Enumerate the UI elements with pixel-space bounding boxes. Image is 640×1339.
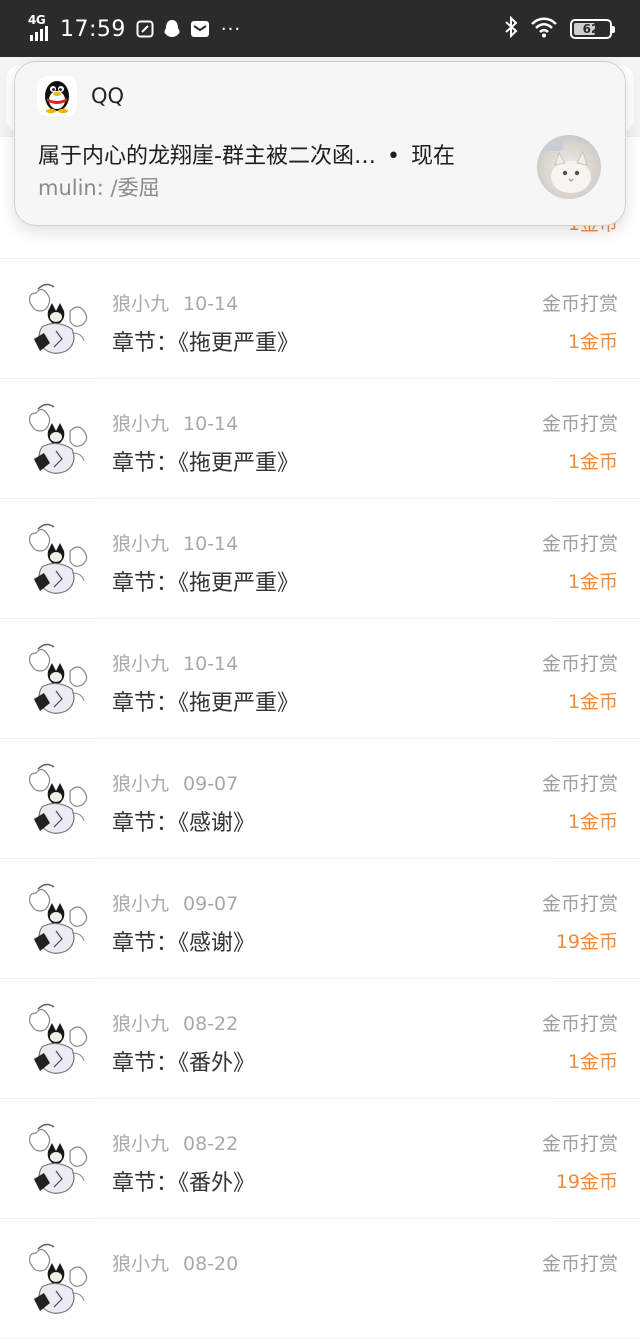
screenshot-icon bbox=[136, 20, 154, 38]
reward-amount: 1金币 bbox=[567, 1051, 618, 1073]
reward-date: 08-22 bbox=[183, 1013, 239, 1035]
reward-date: 10-14 bbox=[183, 413, 239, 435]
reward-chapter: 章节：《感谢》 bbox=[112, 811, 256, 836]
reward-chapter: 章节：《拖更严重》 bbox=[112, 451, 300, 476]
reward-meta: 狼小九 10-14 bbox=[112, 529, 238, 556]
battery-icon: 62 bbox=[570, 19, 615, 39]
reward-user-name[interactable]: 狼小九 bbox=[112, 1013, 169, 1035]
reward-row[interactable]: 狼小九 08-22 章节：《番外》 金币打赏 1金币 bbox=[0, 979, 640, 1099]
network-type: 4G bbox=[28, 13, 46, 27]
reward-row[interactable]: 狼小九 10-14 章节：《拖更严重》 金币打赏 1金币 bbox=[0, 379, 640, 499]
qq-notification-icon bbox=[163, 19, 181, 39]
reward-meta: 狼小九 10-14 bbox=[112, 409, 238, 436]
reward-meta: 狼小九 08-22 bbox=[112, 1009, 238, 1036]
user-avatar[interactable] bbox=[22, 281, 94, 361]
reward-amount: 1金币 bbox=[567, 331, 618, 353]
reward-type: 金币打赏 bbox=[541, 1013, 618, 1035]
notification-app-name: QQ bbox=[91, 84, 125, 108]
user-avatar[interactable] bbox=[22, 521, 94, 601]
user-avatar[interactable] bbox=[22, 1241, 94, 1321]
user-avatar[interactable] bbox=[22, 1121, 94, 1201]
reward-type: 金币打赏 bbox=[541, 653, 618, 675]
reward-row[interactable]: 狼小九 08-22 章节：《番外》 金币打赏 19金币 bbox=[0, 1099, 640, 1219]
reward-amount: 1金币 bbox=[567, 811, 618, 833]
reward-chapter: 章节：《拖更严重》 bbox=[112, 691, 300, 716]
qq-penguin-icon bbox=[37, 76, 77, 116]
reward-date: 10-14 bbox=[183, 293, 239, 315]
reward-type: 金币打赏 bbox=[541, 1253, 618, 1275]
reward-date: 09-07 bbox=[183, 893, 239, 915]
signal-icon: 4G bbox=[28, 13, 54, 42]
reward-row[interactable]: 狼小九 10-14 章节：《拖更严重》 金币打赏 1金币 bbox=[0, 619, 640, 739]
notification-body: mulin: /委屈 bbox=[38, 176, 160, 200]
reward-user-name[interactable]: 狼小九 bbox=[112, 773, 169, 795]
reward-type: 金币打赏 bbox=[541, 773, 618, 795]
reward-chapter: 章节：《拖更严重》 bbox=[112, 331, 300, 356]
user-avatar[interactable] bbox=[22, 641, 94, 721]
reward-chapter: 章节：《番外》 bbox=[112, 1051, 256, 1076]
reward-date: 10-14 bbox=[183, 653, 239, 675]
reward-row[interactable]: 狼小九 10-14 章节：《拖更严重》 金币打赏 1金币 bbox=[0, 259, 640, 379]
user-avatar[interactable] bbox=[22, 761, 94, 841]
reward-row[interactable]: 狼小九 09-07 章节：《感谢》 金币打赏 1金币 bbox=[0, 739, 640, 859]
user-avatar[interactable] bbox=[22, 1001, 94, 1081]
reward-date: 08-20 bbox=[183, 1253, 239, 1275]
user-avatar[interactable] bbox=[22, 401, 94, 481]
clock: 17:59 bbox=[60, 16, 126, 42]
reward-row[interactable]: 狼小九 10-14 章节：《拖更严重》 金币打赏 1金币 bbox=[0, 499, 640, 619]
reward-amount: 1金币 bbox=[567, 451, 618, 473]
qq-notification-banner[interactable]: QQ 属于内心的龙翔崖-群主被二次函… • 现在 mulin: /委屈 bbox=[14, 61, 626, 226]
reward-user-name[interactable]: 狼小九 bbox=[112, 1133, 169, 1155]
reward-user-name[interactable]: 狼小九 bbox=[112, 1253, 169, 1275]
reward-user-name[interactable]: 狼小九 bbox=[112, 653, 169, 675]
reward-chapter: 章节：《感谢》 bbox=[112, 931, 256, 956]
reward-user-name[interactable]: 狼小九 bbox=[112, 413, 169, 435]
reward-meta: 狼小九 08-20 bbox=[112, 1249, 238, 1276]
reward-type: 金币打赏 bbox=[541, 893, 618, 915]
more-notifications-icon: ··· bbox=[220, 18, 242, 40]
reward-row[interactable]: 狼小九 08-20 金币打赏 bbox=[0, 1219, 640, 1339]
reward-amount: 19金币 bbox=[555, 1171, 618, 1193]
reward-row[interactable]: 狼小九 09-07 章节：《感谢》 金币打赏 19金币 bbox=[0, 859, 640, 979]
message-icon bbox=[190, 20, 210, 38]
user-avatar[interactable] bbox=[22, 881, 94, 961]
bluetooth-icon bbox=[504, 15, 518, 42]
wifi-icon bbox=[530, 16, 558, 42]
reward-chapter: 章节：《拖更严重》 bbox=[112, 571, 300, 596]
reward-user-name[interactable]: 狼小九 bbox=[112, 533, 169, 555]
reward-user-name[interactable]: 狼小九 bbox=[112, 293, 169, 315]
notification-title-row: 属于内心的龙翔崖-群主被二次函… • 现在 bbox=[38, 138, 455, 170]
reward-meta: 狼小九 09-07 bbox=[112, 889, 238, 916]
reward-amount: 1金币 bbox=[567, 571, 618, 593]
reward-meta: 狼小九 08-22 bbox=[112, 1129, 238, 1156]
reward-meta: 狼小九 10-14 bbox=[112, 289, 238, 316]
reward-type: 金币打赏 bbox=[541, 413, 618, 435]
reward-type: 金币打赏 bbox=[541, 533, 618, 555]
reward-meta: 狼小九 09-07 bbox=[112, 769, 238, 796]
reward-date: 09-07 bbox=[183, 773, 239, 795]
notification-time: 现在 bbox=[410, 144, 455, 169]
reward-meta: 狼小九 10-14 bbox=[112, 649, 238, 676]
battery-level: 62 bbox=[582, 22, 600, 36]
reward-date: 08-22 bbox=[183, 1133, 239, 1155]
reward-user-name[interactable]: 狼小九 bbox=[112, 893, 169, 915]
reward-type: 金币打赏 bbox=[541, 1133, 618, 1155]
notification-title: 属于内心的龙翔崖-群主被二次函… bbox=[38, 144, 376, 169]
reward-amount: 1金币 bbox=[567, 691, 618, 713]
reward-date: 10-14 bbox=[183, 533, 239, 555]
reward-type: 金币打赏 bbox=[541, 293, 618, 315]
reward-chapter: 章节：《番外》 bbox=[112, 1171, 256, 1196]
status-bar: 4G 17:59 ··· 62 bbox=[0, 0, 640, 57]
notification-avatar bbox=[537, 135, 601, 199]
notification-separator: • bbox=[386, 144, 400, 169]
reward-amount: 19金币 bbox=[555, 931, 618, 953]
